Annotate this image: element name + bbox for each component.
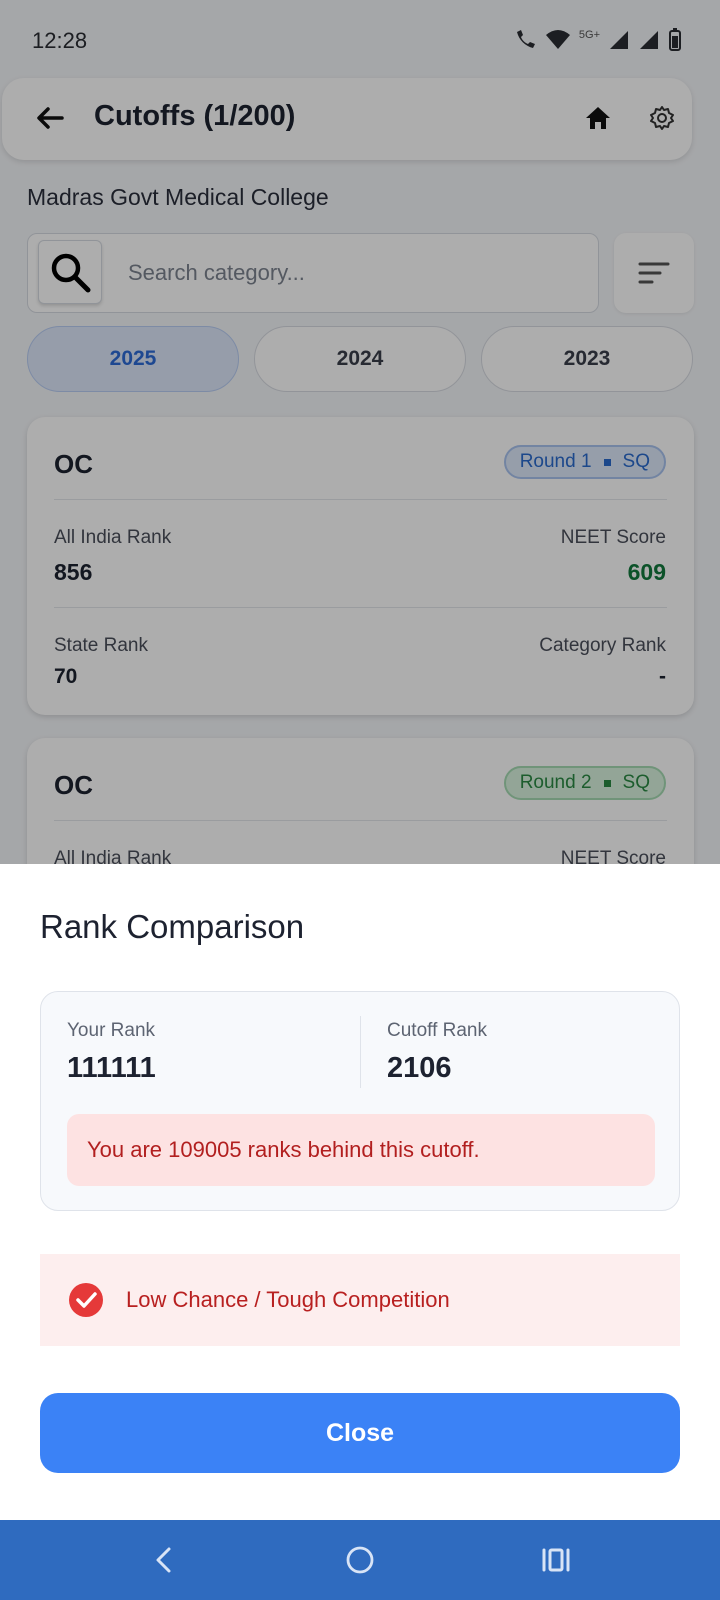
- cutoff-rank-label: Cutoff Rank: [387, 1020, 487, 1041]
- close-button[interactable]: Close: [40, 1393, 680, 1473]
- system-nav-bar: [0, 1520, 720, 1600]
- cutoff-rank-value: 2106: [387, 1052, 452, 1084]
- rank-comparison-sheet: Rank Comparison Your Rank 111111 Cutoff …: [0, 864, 720, 1520]
- your-rank-label: Your Rank: [67, 1020, 156, 1041]
- circle-home-icon: [346, 1546, 374, 1574]
- nav-back-button[interactable]: [144, 1540, 184, 1580]
- chevron-left-icon: [156, 1547, 171, 1573]
- chance-label: Low Chance / Tough Competition: [126, 1287, 450, 1312]
- recents-icon: [542, 1548, 570, 1572]
- check-circle-icon: [69, 1283, 103, 1317]
- nav-recents-button[interactable]: [536, 1540, 576, 1580]
- compare-divider: [360, 1016, 361, 1088]
- chance-indicator: Low Chance / Tough Competition: [40, 1254, 680, 1346]
- rank-compare-box: Your Rank 111111 Cutoff Rank 2106 You ar…: [40, 991, 680, 1211]
- sheet-title: Rank Comparison: [40, 908, 305, 945]
- rank-gap-message: You are 109005 ranks behind this cutoff.: [67, 1114, 655, 1186]
- your-rank-value: 111111: [67, 1052, 156, 1084]
- nav-home-button[interactable]: [340, 1540, 380, 1580]
